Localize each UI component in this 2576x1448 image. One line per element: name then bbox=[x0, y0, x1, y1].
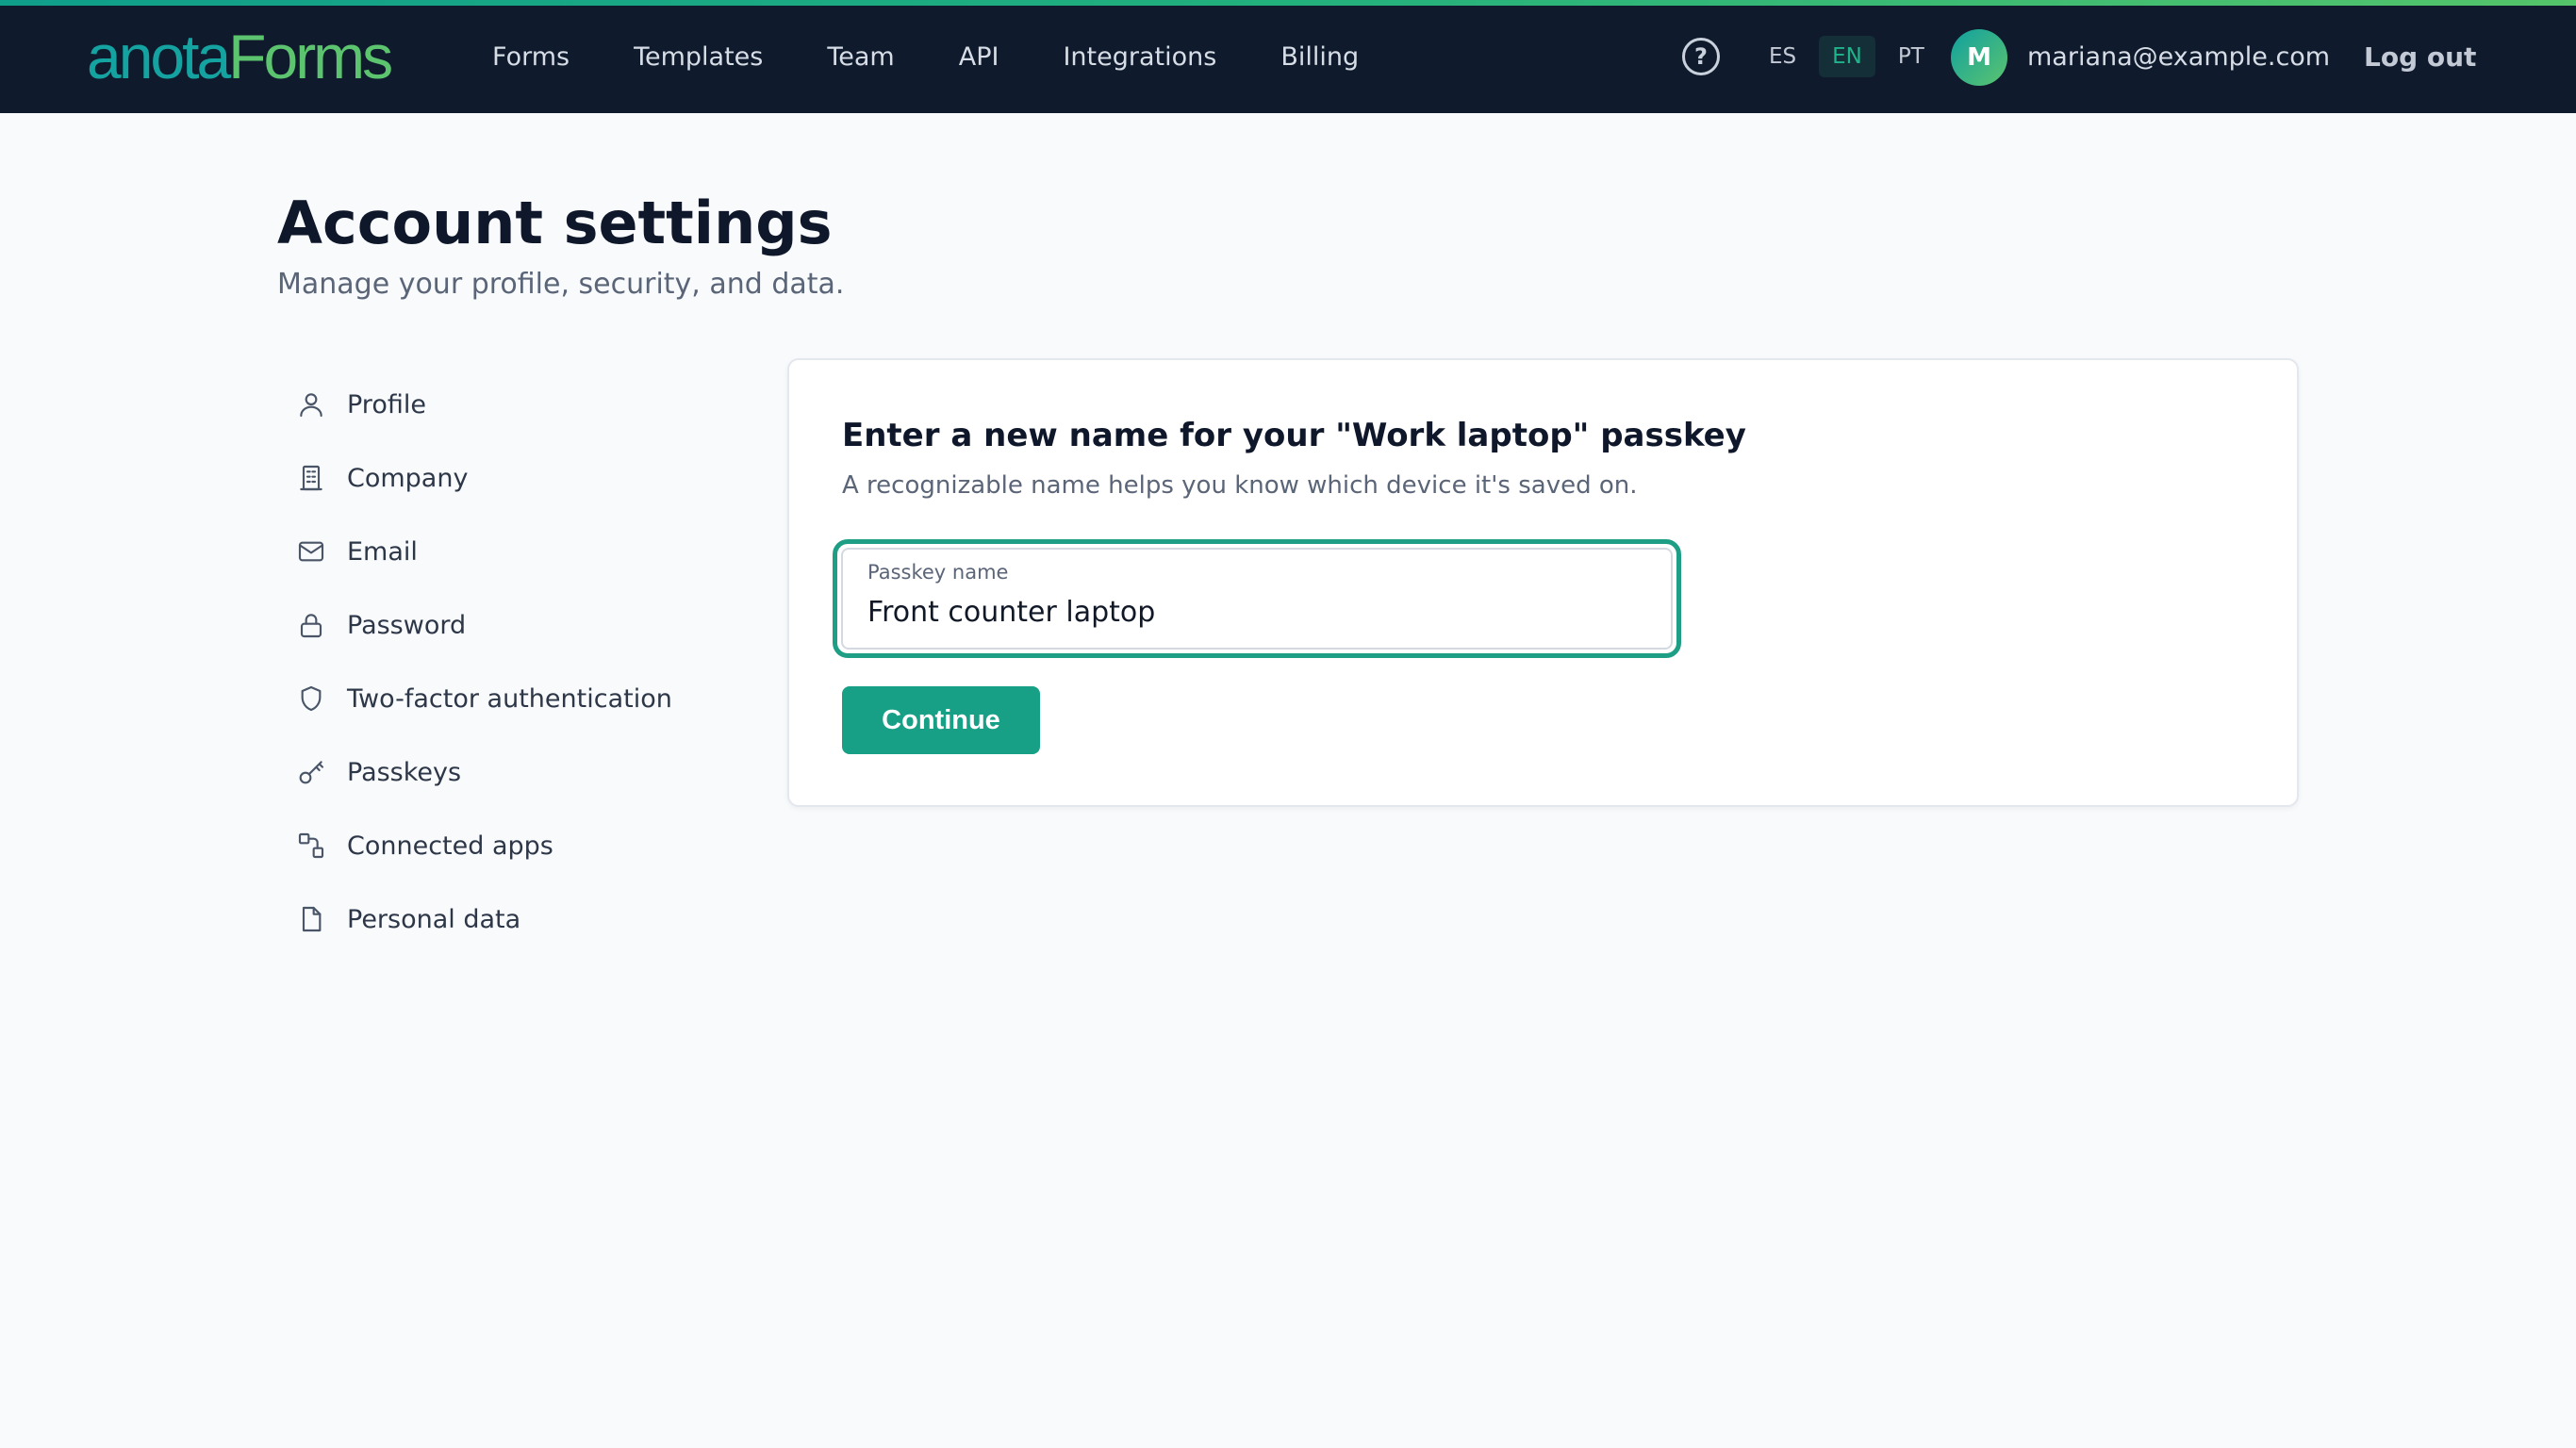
anota-forms-logo[interactable]: anotaForms bbox=[87, 21, 393, 92]
sidebar-item-label: Email bbox=[347, 536, 418, 567]
passkey-name-label: Passkey name bbox=[867, 561, 1009, 584]
passkey-name-input[interactable] bbox=[867, 593, 1641, 631]
lang-pt[interactable]: PT bbox=[1885, 36, 1938, 77]
building-icon bbox=[300, 465, 322, 491]
continue-button[interactable]: Continue bbox=[842, 686, 1040, 754]
sidebar-item-label: Company bbox=[347, 463, 469, 493]
nav-integrations[interactable]: Integrations bbox=[1063, 42, 1216, 72]
nav-templates[interactable]: Templates bbox=[634, 42, 763, 72]
nav-forms[interactable]: Forms bbox=[492, 42, 570, 72]
mail-icon bbox=[298, 541, 324, 562]
sidebar-item-label: Two-factor authentication bbox=[347, 683, 672, 714]
rename-passkey-description: A recognizable name helps you know which… bbox=[842, 471, 1638, 500]
sidebar-item-profile[interactable]: Profile bbox=[296, 368, 768, 441]
sidebar-item-email[interactable]: Email bbox=[296, 515, 768, 588]
nav-api[interactable]: API bbox=[959, 42, 999, 72]
sidebar-item-password[interactable]: Password bbox=[296, 588, 768, 662]
user-icon bbox=[300, 393, 322, 418]
user-email[interactable]: mariana@example.com bbox=[2027, 38, 2330, 75]
sidebar-item-label: Personal data bbox=[347, 904, 521, 934]
rename-passkey-card: Enter a new name for your "Work laptop" … bbox=[787, 358, 2299, 807]
page-title: Account settings bbox=[277, 189, 833, 257]
language-switcher: ES EN PT bbox=[1756, 36, 1947, 77]
sidebar-item-personal-data[interactable]: Personal data bbox=[296, 882, 768, 956]
sidebar-item-label: Profile bbox=[347, 389, 426, 420]
passkey-name-field-box: Passkey name bbox=[841, 548, 1673, 650]
settings-sidebar: Profile Company Email Password Two-facto… bbox=[296, 368, 768, 956]
logo-text-forms: Forms bbox=[228, 22, 393, 91]
help-icon[interactable]: ? bbox=[1682, 38, 1720, 75]
connected-apps-icon bbox=[298, 832, 324, 859]
lock-icon bbox=[300, 614, 322, 638]
shield-icon bbox=[301, 685, 322, 712]
sidebar-item-label: Passkeys bbox=[347, 757, 462, 787]
document-icon bbox=[302, 906, 322, 932]
sidebar-item-passkeys[interactable]: Passkeys bbox=[296, 735, 768, 809]
logo-text-anota: anota bbox=[87, 22, 231, 91]
sidebar-item-label: Password bbox=[347, 610, 467, 640]
lang-es[interactable]: ES bbox=[1756, 36, 1809, 77]
nav-billing[interactable]: Billing bbox=[1280, 42, 1359, 72]
sidebar-item-connected-apps[interactable]: Connected apps bbox=[296, 809, 768, 882]
lang-en[interactable]: EN bbox=[1819, 36, 1875, 77]
page-subtitle: Manage your profile, security, and data. bbox=[277, 268, 845, 301]
top-navigation-bar: anotaForms Forms Templates Team API Inte… bbox=[0, 0, 2576, 113]
sidebar-item-two-factor[interactable]: Two-factor authentication bbox=[296, 662, 768, 735]
rename-passkey-title: Enter a new name for your "Work laptop" … bbox=[842, 417, 1746, 454]
nav-team[interactable]: Team bbox=[827, 42, 894, 72]
logout-button[interactable]: Log out bbox=[2364, 38, 2476, 75]
sidebar-item-company[interactable]: Company bbox=[296, 441, 768, 515]
passkey-name-field: Passkey name bbox=[833, 539, 1681, 658]
avatar[interactable]: M bbox=[1951, 29, 2007, 86]
sidebar-item-label: Connected apps bbox=[347, 831, 553, 861]
main-nav: Forms Templates Team API Integrations Bi… bbox=[492, 0, 1359, 113]
key-icon bbox=[299, 761, 324, 784]
